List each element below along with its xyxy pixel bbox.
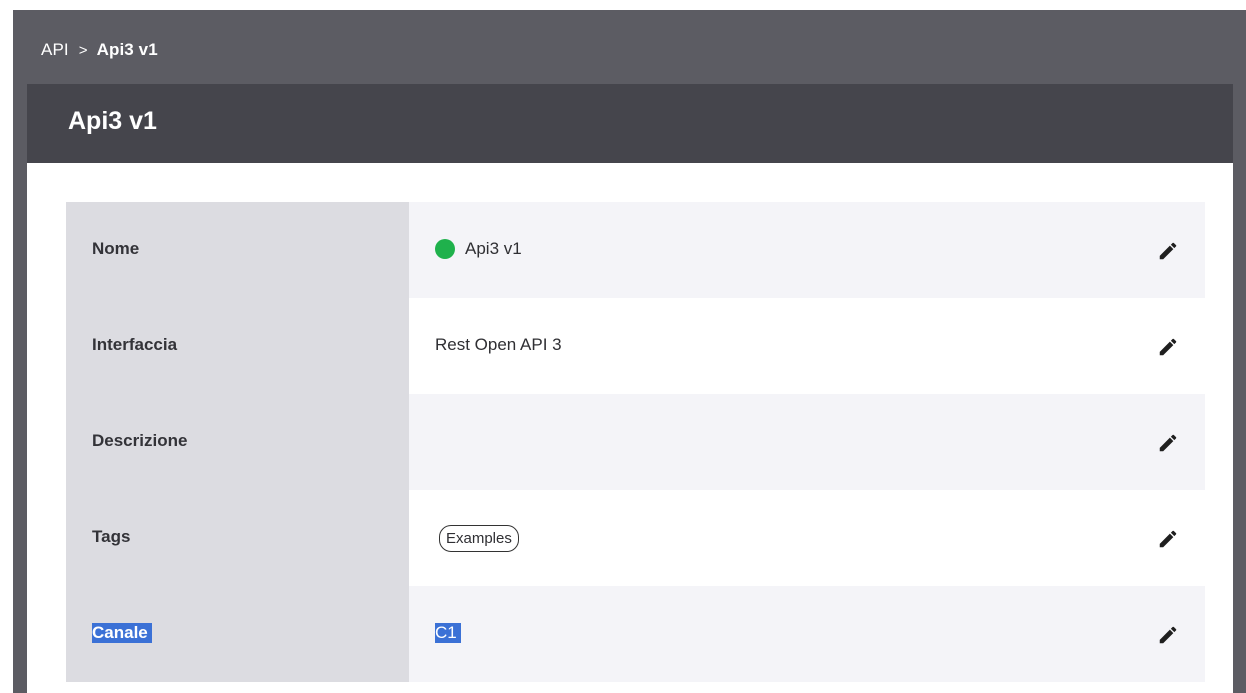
detail-row-canale: Canale C1	[66, 586, 1205, 682]
value-cell: Api3 v1	[409, 202, 1205, 298]
field-label-tags: Tags	[92, 527, 131, 546]
field-value-canale: C1	[435, 623, 461, 643]
value-cell: Examples	[409, 490, 1205, 586]
field-label-descrizione: Descrizione	[92, 431, 188, 450]
app-frame: API > Api3 v1 Api3 v1 Nome Api3 v1 Inter…	[0, 0, 1246, 693]
breadcrumb-separator: >	[78, 41, 88, 59]
label-cell: Canale	[66, 586, 409, 682]
status-active-icon	[435, 239, 455, 259]
page-title-bar: Api3 v1	[27, 84, 1233, 163]
detail-row-descrizione: Descrizione	[66, 394, 1205, 490]
tag-badge: Examples	[439, 525, 519, 552]
detail-row-tags: Tags Examples	[66, 490, 1205, 586]
pencil-icon[interactable]	[1157, 624, 1179, 646]
field-value-nome: Api3 v1	[435, 239, 522, 259]
top-bar: API > Api3 v1	[13, 10, 1246, 84]
pencil-icon[interactable]	[1157, 336, 1179, 358]
pencil-icon[interactable]	[1157, 240, 1179, 262]
field-label-nome: Nome	[92, 239, 140, 258]
label-cell: Interfaccia	[66, 298, 409, 394]
main-content: Api3 v1 Nome Api3 v1 Interfaccia Rest Op…	[27, 84, 1233, 693]
pencil-icon[interactable]	[1157, 432, 1179, 454]
value-cell: Rest Open API 3	[409, 298, 1205, 394]
pencil-icon[interactable]	[1157, 528, 1179, 550]
value-cell	[409, 394, 1205, 490]
api-name-value: Api3 v1	[465, 239, 522, 258]
breadcrumb: API > Api3 v1	[41, 40, 158, 60]
page-title: Api3 v1	[68, 107, 157, 135]
value-cell: C1	[409, 586, 1205, 682]
label-cell: Nome	[66, 202, 409, 298]
detail-row-nome: Nome Api3 v1	[66, 202, 1205, 298]
label-cell: Tags	[66, 490, 409, 586]
breadcrumb-root-link[interactable]: API	[41, 40, 69, 60]
details-table: Nome Api3 v1 Interfaccia Rest Open API 3…	[66, 202, 1205, 682]
field-label-interfaccia: Interfaccia	[92, 335, 178, 354]
detail-row-interfaccia: Interfaccia Rest Open API 3	[66, 298, 1205, 394]
field-label-canale: Canale	[92, 623, 152, 643]
breadcrumb-current: Api3 v1	[96, 40, 158, 59]
field-value-interfaccia: Rest Open API 3	[435, 335, 562, 354]
label-cell: Descrizione	[66, 394, 409, 490]
